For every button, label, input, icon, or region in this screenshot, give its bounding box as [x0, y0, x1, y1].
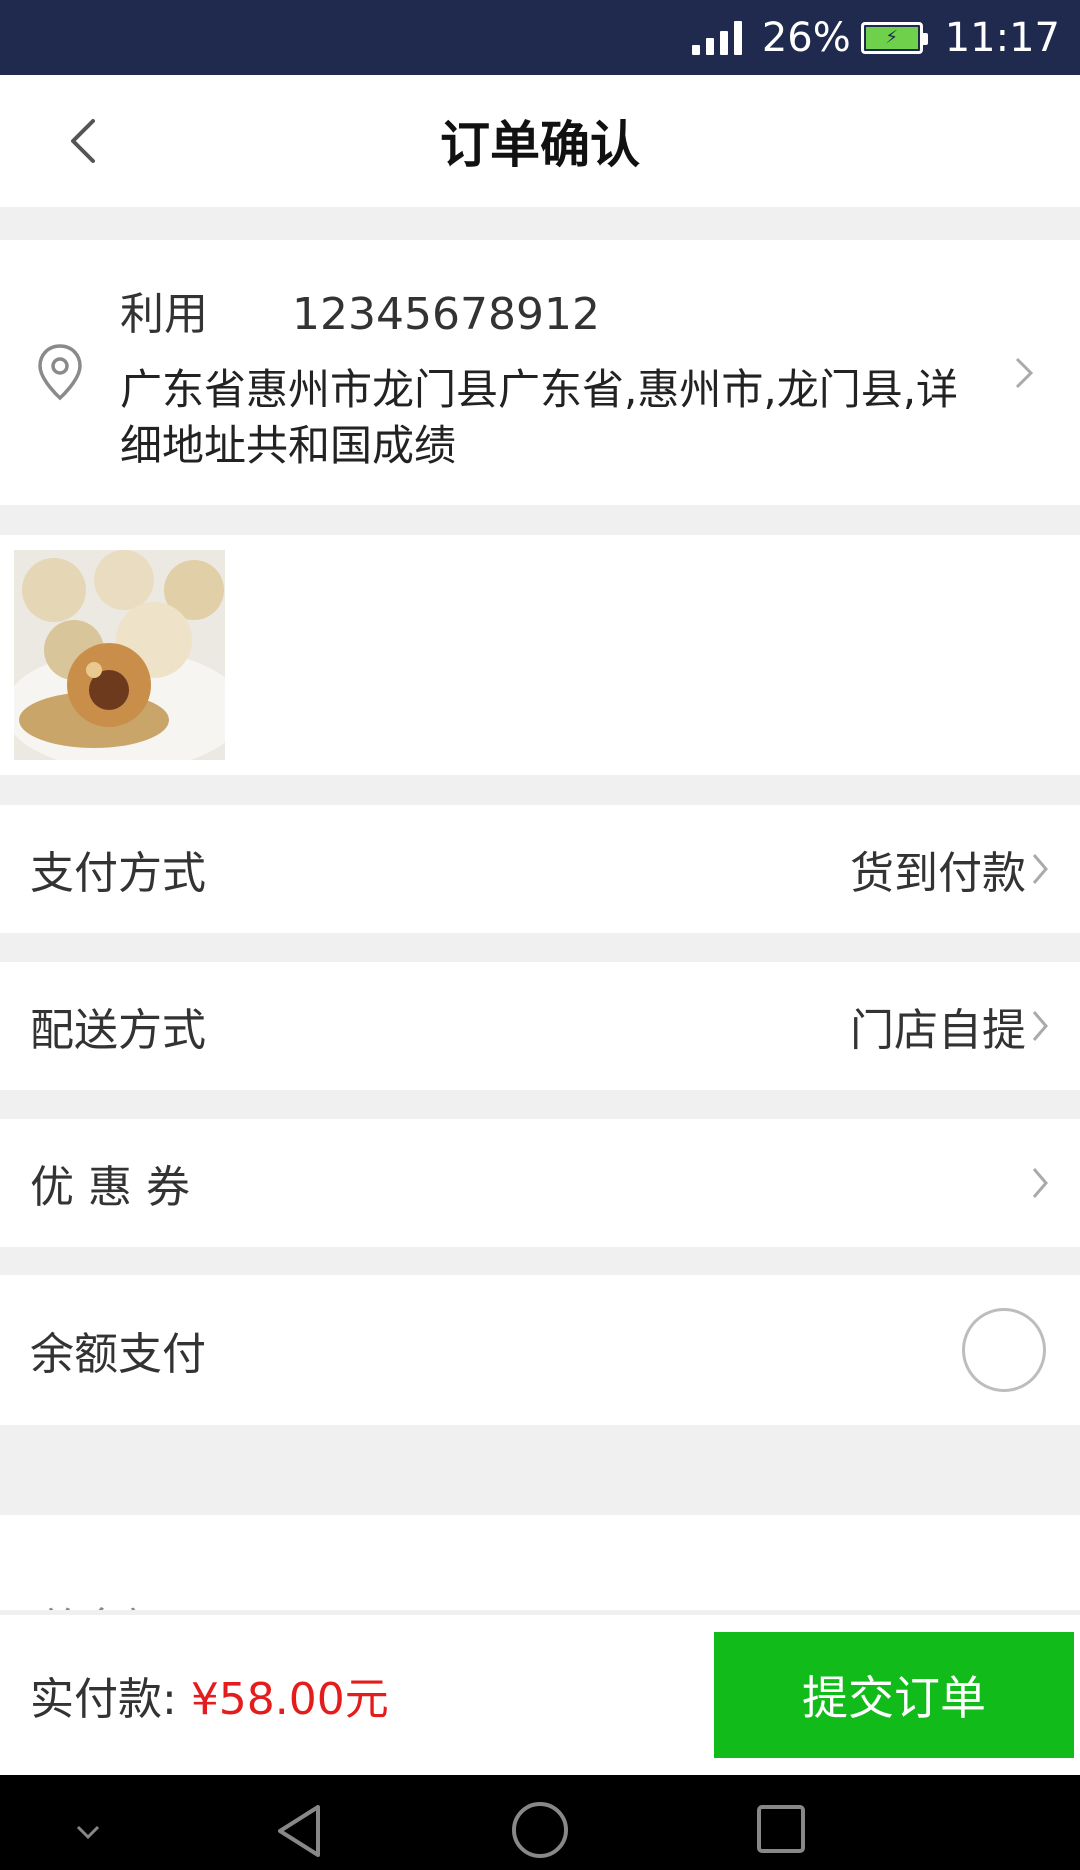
nav-back-icon[interactable] [274, 1803, 324, 1859]
nav-home-icon[interactable] [510, 1800, 570, 1860]
recipient-phone: 12345678912 [292, 289, 600, 340]
coupon-row[interactable]: 优 惠 券 [0, 1119, 1080, 1247]
delivery-method-label: 配送方式 [30, 1005, 206, 1056]
back-button[interactable] [52, 111, 112, 171]
battery-percent: 26% [761, 14, 851, 61]
chevron-right-icon [1032, 1011, 1048, 1041]
delivery-method-row[interactable]: 配送方式 门店自提 [0, 962, 1080, 1090]
balance-payment-label: 余额支付 [30, 1329, 206, 1380]
actual-payment-amount: ¥58.00元 [190, 1674, 389, 1725]
recipient-name: 利用 [120, 289, 208, 340]
product-list [0, 535, 1080, 775]
nav-recents-icon[interactable] [755, 1803, 807, 1855]
payment-method-label: 支付方式 [30, 848, 206, 899]
status-bar: 26% ⚡ 11:17 [0, 0, 1080, 75]
coupon-label: 优 惠 券 [30, 1162, 190, 1213]
recipient-line: 利用 12345678912 [120, 278, 600, 342]
total-amount-value: ¥58.00元 [851, 1595, 1040, 1610]
back-arrow-icon [71, 119, 95, 163]
chevron-right-icon [1015, 357, 1034, 389]
balance-payment-row: 余额支付 [0, 1275, 1080, 1425]
status-time: 11:17 [944, 14, 1060, 61]
delivery-method-value: 门店自提 [850, 1005, 1026, 1056]
actual-payment: 实付款: ¥58.00元 [30, 1663, 389, 1727]
header: 订单确认 [0, 75, 1080, 207]
total-amount-row: 总金额 ¥58.00元 [0, 1515, 1080, 1610]
battery-icon: ⚡ [860, 21, 928, 54]
chevron-right-icon [1032, 854, 1048, 884]
hide-keyboard-icon[interactable] [74, 1823, 102, 1841]
product-image[interactable] [14, 550, 225, 760]
signal-icon [691, 20, 742, 55]
system-nav-bar [0, 1775, 1080, 1870]
payment-method-row[interactable]: 支付方式 货到付款 [0, 805, 1080, 933]
submit-order-button[interactable]: 提交订单 [714, 1632, 1074, 1758]
payment-method-value: 货到付款 [850, 848, 1026, 899]
balance-payment-toggle[interactable] [962, 1308, 1046, 1392]
actual-payment-label: 实付款: [30, 1674, 191, 1725]
chevron-right-icon [1032, 1168, 1048, 1198]
page-title: 订单确认 [440, 116, 640, 174]
address-text: 广东省惠州市龙门县广东省,惠州市,龙门县,详细地址共和国成绩 [120, 365, 959, 470]
checkout-bar: 实付款: ¥58.00元 提交订单 [0, 1615, 1080, 1775]
total-amount-label: 总金额 [38, 1595, 164, 1610]
location-pin-icon [38, 344, 82, 401]
